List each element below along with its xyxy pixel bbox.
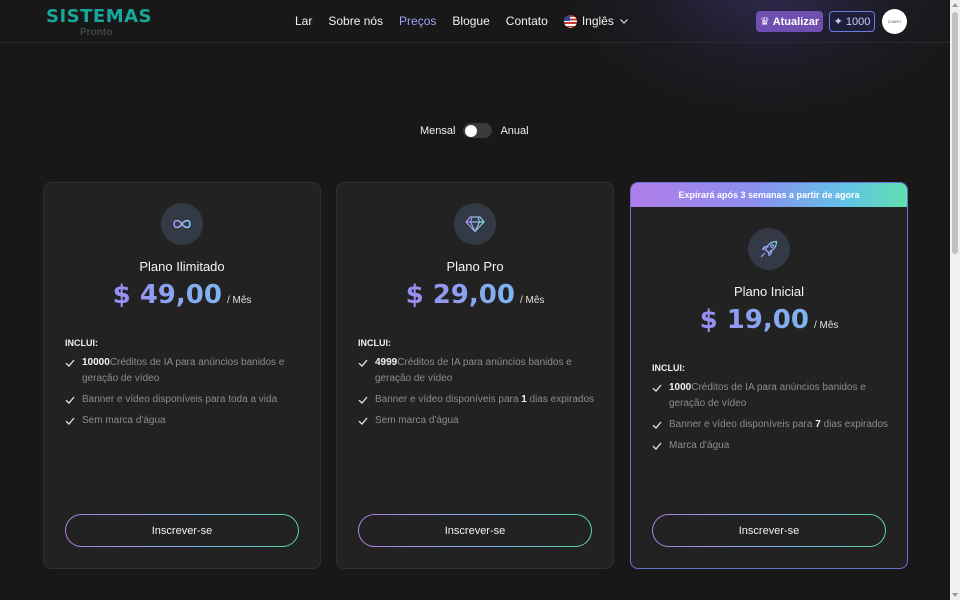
check-icon xyxy=(65,417,75,425)
plan-price: $ 19,00 xyxy=(699,305,809,335)
logo-main-text: SISTEMAS xyxy=(46,6,153,27)
check-icon xyxy=(358,417,368,425)
check-icon xyxy=(652,384,662,392)
feature-bold: 4999 xyxy=(375,357,398,368)
check-icon xyxy=(358,396,368,404)
us-flag-icon xyxy=(563,14,577,28)
infinity-icon xyxy=(173,219,191,229)
check-icon xyxy=(65,396,75,404)
feature-item: 1000Créditos de IA para anúncios banidos… xyxy=(652,380,894,412)
feature-item: Sem marca d'água xyxy=(358,413,600,429)
nav-item-sobre-nos[interactable]: Sobre nós xyxy=(328,13,383,29)
billing-period-toggle-group: Mensal Anual xyxy=(420,123,529,138)
main-nav: Lar Sobre nós Preços Blogue Contato Ingl… xyxy=(295,13,629,29)
plan-icon-badge xyxy=(161,203,203,245)
plan-period: / Mês xyxy=(226,295,252,306)
upgrade-label: Atualizar xyxy=(772,15,820,28)
sparkle-icon: ✦ xyxy=(833,16,843,28)
scroll-down-arrow-icon[interactable] xyxy=(952,593,958,597)
check-icon xyxy=(65,359,75,367)
avatar-text: ZVARO xyxy=(887,19,902,24)
feature-text: Banner e vídeo disponíveis para xyxy=(669,419,813,430)
feature-bold: 7 xyxy=(815,419,824,430)
feature-item: Sem marca d'água xyxy=(65,413,307,429)
nav-item-blogue[interactable]: Blogue xyxy=(452,13,489,29)
language-label: Inglês xyxy=(581,14,614,28)
credits-count: 1000 xyxy=(845,15,871,28)
language-selector[interactable]: Inglês xyxy=(563,14,629,28)
feature-text-after: dias expirados xyxy=(529,394,595,405)
credits-button[interactable]: ✦ 1000 xyxy=(829,11,875,32)
scroll-up-arrow-icon[interactable] xyxy=(952,3,958,7)
price-row: $ 49,00 / Mês xyxy=(44,280,320,310)
subscribe-button[interactable]: Inscrever-se xyxy=(652,514,886,547)
billing-period-toggle[interactable] xyxy=(463,123,493,138)
feature-list: 1000Créditos de IA para anúncios banidos… xyxy=(652,380,894,459)
plan-price: $ 49,00 xyxy=(112,280,222,310)
rocket-icon xyxy=(760,240,778,258)
logo-sub-text: Pronto xyxy=(80,27,113,38)
site-logo[interactable]: SISTEMAS Pronto xyxy=(46,8,156,40)
plan-name: Plano Pro xyxy=(446,259,504,274)
price-row: $ 19,00 / Mês xyxy=(631,305,907,335)
feature-bold: 1000 xyxy=(669,382,692,393)
toggle-knob xyxy=(465,124,478,137)
plan-card-ilimitado: Plano Ilimitado $ 49,00 / Mês INCLUI: 10… xyxy=(43,182,321,569)
top-navbar: SISTEMAS Pronto Lar Sobre nós Preços Blo… xyxy=(0,0,950,43)
plan-icon-badge xyxy=(748,228,790,270)
plan-name: Plano Inicial xyxy=(733,284,805,299)
user-avatar[interactable]: ZVARO xyxy=(882,9,907,34)
plan-name: Plano Ilimitado xyxy=(139,259,225,274)
nav-item-lar[interactable]: Lar xyxy=(295,13,312,29)
expiry-banner: Expirará após 3 semanas a partir de agor… xyxy=(631,183,907,207)
feature-item: Banner e vídeo disponíveis para 1 dias e… xyxy=(358,392,600,408)
feature-item: Banner e vídeo disponíveis para 7 dias e… xyxy=(652,417,894,433)
nav-item-precos[interactable]: Preços xyxy=(399,13,436,29)
check-icon xyxy=(652,421,662,429)
feature-item: 10000Créditos de IA para anúncios banido… xyxy=(65,355,307,387)
plan-card-pro: Plano Pro $ 29,00 / Mês INCLUI: 4999Créd… xyxy=(336,182,614,569)
scroll-thumb[interactable] xyxy=(952,12,958,254)
includes-label: INCLUI: xyxy=(358,338,391,348)
monthly-label[interactable]: Mensal xyxy=(420,124,455,138)
feature-list: 4999Créditos de IA para anúncios banidos… xyxy=(358,355,600,434)
feature-text: Banner e vídeo disponíveis para toda a v… xyxy=(82,394,278,405)
feature-bold: 1 xyxy=(521,394,530,405)
includes-label: INCLUI: xyxy=(65,338,98,348)
feature-item: 4999Créditos de IA para anúncios banidos… xyxy=(358,355,600,387)
feature-bold: 10000 xyxy=(82,357,110,368)
feature-text: Sem marca d'água xyxy=(82,415,166,426)
feature-text: Créditos de IA para anúncios banidos e g… xyxy=(375,357,572,384)
feature-text: Créditos de IA para anúncios banidos e g… xyxy=(669,382,866,409)
feature-list: 10000Créditos de IA para anúncios banido… xyxy=(65,355,307,434)
page-scrollbar[interactable] xyxy=(950,0,960,600)
subscribe-button[interactable]: Inscrever-se xyxy=(358,514,592,547)
plan-card-inicial: Expirará após 3 semanas a partir de agor… xyxy=(630,182,908,569)
subscribe-button[interactable]: Inscrever-se xyxy=(65,514,299,547)
price-row: $ 29,00 / Mês xyxy=(337,280,613,310)
feature-text: Marca d'água xyxy=(669,440,730,451)
feature-text: Créditos de IA para anúncios banidos e g… xyxy=(82,357,285,384)
plan-period: / Mês xyxy=(813,320,839,331)
plan-icon-badge xyxy=(454,203,496,245)
diamond-icon xyxy=(465,216,485,233)
plan-period: / Mês xyxy=(519,295,545,306)
upgrade-button[interactable]: ♛ Atualizar xyxy=(756,11,823,32)
feature-text: Sem marca d'água xyxy=(375,415,459,426)
crown-icon: ♛ xyxy=(759,16,770,28)
nav-item-contato[interactable]: Contato xyxy=(506,13,548,29)
check-icon xyxy=(652,442,662,450)
annual-label[interactable]: Anual xyxy=(500,124,528,138)
feature-item: Banner e vídeo disponíveis para toda a v… xyxy=(65,392,307,408)
check-icon xyxy=(358,359,368,367)
feature-text-after: dias expirados xyxy=(823,419,889,430)
plan-price: $ 29,00 xyxy=(405,280,515,310)
feature-text: Banner e vídeo disponíveis para xyxy=(375,394,519,405)
chevron-down-icon xyxy=(619,19,628,24)
includes-label: INCLUI: xyxy=(652,363,685,373)
feature-item: Marca d'água xyxy=(652,438,894,454)
